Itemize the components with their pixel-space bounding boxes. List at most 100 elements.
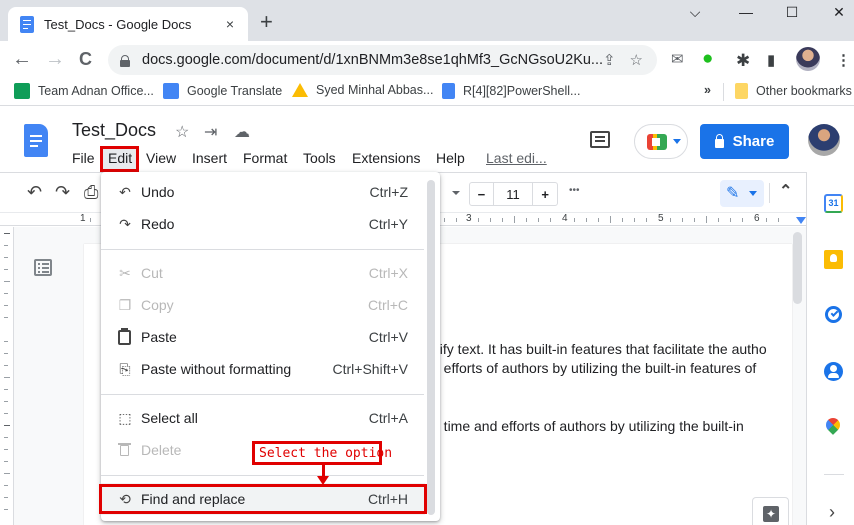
back-button[interactable]: ← — [12, 47, 32, 71]
menu-item-shortcut: Ctrl+C — [367, 297, 408, 313]
right-indent-marker[interactable] — [796, 217, 806, 224]
explore-button[interactable]: ✦ — [752, 497, 789, 525]
bookmarks-overflow-icon[interactable]: » — [704, 83, 711, 97]
profile-avatar[interactable] — [796, 47, 820, 71]
meet-button[interactable] — [634, 124, 688, 159]
tasks-icon[interactable] — [825, 306, 842, 323]
body-text-line[interactable]: e time and efforts of authors by utilizi… — [432, 418, 744, 434]
menu-item-shortcut: Ctrl+X — [368, 265, 408, 281]
toolbar-divider — [769, 183, 770, 203]
editing-mode-button[interactable]: ✎ — [720, 180, 764, 207]
menu-tools[interactable]: Tools — [303, 150, 336, 166]
font-size-input[interactable]: 11 — [494, 183, 534, 205]
ruler-tick — [646, 218, 647, 222]
font-size-stepper: − 11 + — [469, 182, 558, 206]
new-tab-button[interactable]: + — [260, 10, 273, 34]
drive-icon — [292, 83, 308, 97]
body-text-line[interactable]: dify text. It has built-in features that… — [432, 341, 767, 357]
bookmark-item[interactable]: Syed Minhal Abbas... — [292, 83, 433, 97]
menu-file[interactable]: File — [72, 150, 95, 166]
browser-menu-icon[interactable]: ⋮ — [836, 51, 851, 69]
menu-item-redo[interactable]: ↷ Redo Ctrl+Y — [101, 208, 425, 240]
menu-help[interactable]: Help — [436, 150, 465, 166]
minimize-button[interactable]: — — [731, 4, 761, 20]
redo-icon[interactable]: ↷ — [55, 182, 70, 203]
copy-icon: ❐ — [118, 296, 132, 313]
star-icon[interactable]: ☆ — [175, 122, 189, 142]
ruler-tick — [598, 218, 599, 222]
menu-format[interactable]: Format — [243, 150, 287, 166]
forward-button[interactable]: → — [45, 47, 65, 71]
menu-item-cut[interactable]: ✂ Cut Ctrl+X — [101, 257, 425, 289]
address-bar[interactable]: docs.google.com/document/d/1xnBNMm3e8se1… — [108, 45, 657, 75]
share-label: Share — [732, 133, 775, 150]
comment-history-icon[interactable] — [590, 131, 610, 148]
menu-insert[interactable]: Insert — [192, 150, 227, 166]
side-panel-icon[interactable]: ▮ — [767, 51, 775, 69]
menu-item-undo[interactable]: ↶ Undo Ctrl+Z — [101, 176, 425, 208]
body-text-line[interactable]: d efforts of authors by utilizing the bu… — [432, 360, 756, 376]
more-options-icon[interactable]: ••• — [569, 185, 580, 196]
bookmark-item[interactable]: Google Translate — [163, 83, 282, 99]
vertical-ruler[interactable] — [0, 227, 14, 525]
chevron-down-icon — [749, 191, 757, 196]
browser-tab[interactable]: Test_Docs - Google Docs × — [8, 7, 248, 41]
account-avatar[interactable] — [808, 124, 840, 156]
ruler-tick — [670, 218, 671, 222]
ruler-tick — [586, 218, 587, 222]
last-edit-link[interactable]: Last edi... — [486, 150, 547, 166]
bookmark-item[interactable]: Team Adnan Office... — [14, 83, 154, 99]
collapse-menus-icon[interactable]: ⌃ — [779, 181, 792, 201]
font-dropdown-caret-icon[interactable] — [452, 191, 460, 195]
ruler-tick — [682, 218, 683, 222]
meet-icon — [647, 134, 667, 150]
docs-logo-icon[interactable] — [24, 124, 48, 157]
document-scrollbar[interactable] — [793, 232, 802, 304]
menu-scrollbar[interactable] — [427, 180, 435, 515]
green-extension-icon[interactable]: ● — [702, 48, 713, 70]
maximize-button[interactable]: ☐ — [777, 4, 807, 21]
expand-side-panel-icon[interactable]: › — [829, 502, 835, 523]
bookmark-item[interactable]: R[4][82]PowerShell... — [442, 83, 580, 99]
keep-icon[interactable] — [824, 250, 843, 269]
cloud-saved-icon[interactable]: ☁ — [234, 122, 250, 142]
ruler-tick — [718, 218, 719, 222]
menu-item-shortcut: Ctrl+A — [368, 410, 408, 426]
ruler-tick — [514, 216, 515, 223]
menu-item-paste[interactable]: Paste Ctrl+V — [101, 321, 425, 353]
mail-extension-icon[interactable]: ✉ — [671, 50, 684, 68]
share-button[interactable]: Share — [700, 124, 789, 159]
print-icon[interactable]: ⎙ — [84, 182, 98, 203]
menu-item-label: Select all — [141, 410, 198, 426]
menu-item-paste-without-formatting[interactable]: ⎘ Paste without formatting Ctrl+Shift+V — [101, 353, 425, 385]
ruler-tick — [622, 218, 623, 222]
contacts-icon[interactable] — [824, 362, 843, 381]
scissors-icon: ✂ — [119, 264, 131, 281]
undo-icon[interactable]: ↶ — [27, 182, 42, 203]
other-bookmarks[interactable]: Other bookmarks — [735, 83, 852, 99]
menu-edit[interactable]: Edit — [108, 150, 132, 166]
calendar-icon[interactable]: 31 — [824, 194, 843, 213]
url-text[interactable]: docs.google.com/document/d/1xnBNMm3e8se1… — [142, 52, 603, 68]
increase-font-size-button[interactable]: + — [533, 183, 557, 205]
decrease-font-size-button[interactable]: − — [470, 183, 494, 205]
share-page-icon[interactable]: ⇪ — [603, 51, 616, 69]
menu-item-copy[interactable]: ❐ Copy Ctrl+C — [101, 289, 425, 321]
tab-close-icon[interactable]: × — [226, 16, 234, 32]
translate-icon — [163, 83, 179, 99]
menu-extensions[interactable]: Extensions — [352, 150, 420, 166]
redo-icon: ↷ — [119, 215, 131, 232]
menu-item-select-all[interactable]: ⬚ Select all Ctrl+A — [101, 402, 425, 434]
menu-view[interactable]: View — [146, 150, 176, 166]
extensions-puzzle-icon[interactable]: ✱ — [736, 51, 750, 71]
tab-search-icon[interactable]: ⌵ — [680, 4, 710, 21]
menu-item-label: Redo — [141, 216, 175, 232]
ruler-tick — [610, 216, 611, 223]
bookmark-star-icon[interactable]: ☆ — [630, 51, 643, 69]
document-outline-icon[interactable] — [34, 259, 52, 276]
close-window-button[interactable]: ✕ — [824, 4, 854, 21]
document-title[interactable]: Test_Docs — [72, 120, 156, 141]
move-folder-icon[interactable]: ⇥ — [204, 122, 217, 142]
maps-icon[interactable] — [823, 415, 843, 435]
reload-button[interactable]: C — [79, 47, 92, 71]
